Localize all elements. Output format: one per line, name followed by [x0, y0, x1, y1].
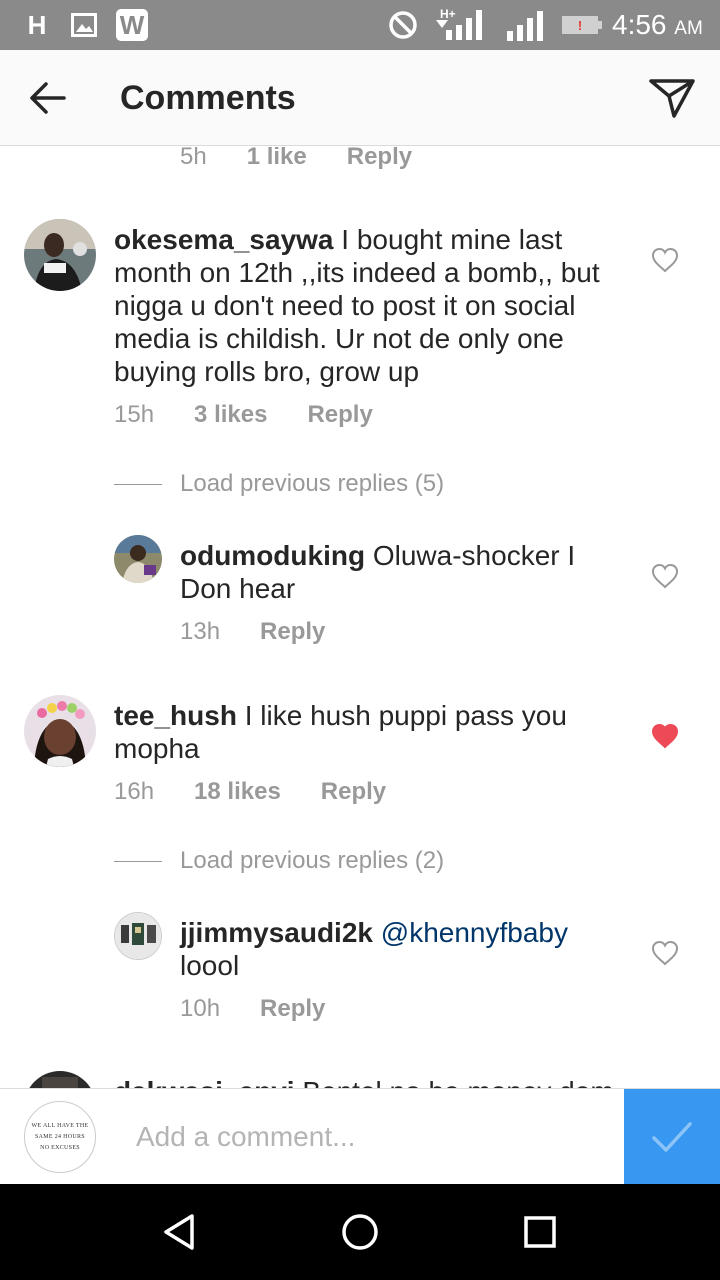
comment-username[interactable]: dakwasi_enyi — [114, 1076, 295, 1088]
network-label: H+ — [440, 8, 456, 21]
heart-outline-icon[interactable] — [651, 940, 679, 966]
my-avatar: WE ALL HAVE THE SAME 24 HOURS NO EXCUSES — [24, 1101, 96, 1173]
reply-username[interactable]: jjimmysaudi2k — [180, 917, 373, 948]
avatar[interactable] — [114, 535, 162, 583]
load-previous-label: Load previous replies (5) — [180, 470, 445, 497]
comments-list[interactable]: 5h 1 like Reply okesema_saywa I bought m… — [0, 147, 720, 1088]
direct-message-button[interactable] — [648, 76, 696, 120]
comment-time: 5h — [180, 147, 207, 170]
circle-home-icon — [342, 1214, 378, 1250]
reply-meta: 13h Reply — [180, 617, 325, 647]
status-bar: H W H+ ! 4:56 AM — [0, 0, 720, 50]
reply-button[interactable]: Reply — [347, 147, 412, 172]
comment-body: dakwasi_enyi Bentel no be money dem — [114, 1075, 634, 1088]
reply-body: odumoduking Oluwa-shocker I Don hear — [180, 539, 630, 605]
do-not-disturb-icon — [388, 9, 418, 41]
comment-text: Bentel no be money dem — [302, 1076, 613, 1088]
load-previous-replies[interactable]: Load previous replies (2) — [114, 846, 444, 876]
comment-likes-link[interactable]: 1 like — [247, 147, 307, 172]
comment-likes-link[interactable]: 3 likes — [194, 400, 267, 430]
clock-ampm: AM — [674, 18, 703, 39]
h-label: H — [27, 9, 47, 40]
reply-text: loool — [180, 950, 240, 981]
heart-filled-icon[interactable] — [651, 723, 679, 749]
comment-username[interactable]: okesema_saywa — [114, 224, 334, 255]
avatar-line: SAME 24 HOURS — [35, 1133, 85, 1140]
divider-line — [114, 483, 162, 485]
comment-time: 15h — [114, 401, 155, 428]
battery-alert-icon: ! — [562, 9, 602, 41]
back-button[interactable] — [26, 76, 70, 120]
reply-button[interactable]: Reply — [307, 400, 372, 430]
signal-hplus-icon: H+ — [432, 8, 492, 41]
comment-time: 16h — [114, 778, 155, 805]
comment-composer: WE ALL HAVE THE SAME 24 HOURS NO EXCUSES — [0, 1088, 720, 1185]
avatar[interactable] — [114, 912, 162, 960]
reply-button[interactable]: Reply — [260, 617, 325, 647]
back-arrow-icon — [30, 82, 66, 114]
comment-likes-link[interactable]: 18 likes — [194, 777, 281, 807]
reply-mention-link[interactable]: @khennyfbaby — [381, 917, 568, 948]
image-icon — [70, 9, 98, 41]
avatar[interactable] — [24, 695, 96, 767]
avatar[interactable] — [24, 219, 96, 291]
reply-time: 10h — [180, 995, 221, 1022]
comment-body: okesema_saywa I bought mine last month o… — [114, 223, 634, 388]
comment-username[interactable]: tee_hush — [114, 700, 237, 731]
page-title: Comments — [120, 79, 296, 117]
clock: 4:56 AM — [612, 8, 703, 46]
reply-body: jjimmysaudi2k @khennyfbaby loool — [180, 916, 630, 982]
avatar-line: WE ALL HAVE THE — [31, 1122, 89, 1129]
avatar-line: NO EXCUSES — [40, 1144, 80, 1151]
triangle-back-icon — [164, 1214, 194, 1250]
avatar[interactable] — [24, 1071, 96, 1088]
w-label: W — [119, 9, 145, 40]
reply-time: 13h — [180, 618, 221, 645]
nav-recents-button[interactable] — [516, 1208, 564, 1256]
nav-home-button[interactable] — [336, 1208, 384, 1256]
reply-meta: 10h Reply — [180, 994, 325, 1024]
comment-meta: 5h 1 like Reply — [180, 147, 412, 172]
heart-outline-icon[interactable] — [651, 563, 679, 589]
app-header: Comments — [0, 50, 720, 146]
w-app-icon: W — [116, 9, 148, 41]
reply-username[interactable]: odumoduking — [180, 540, 365, 571]
reply-button[interactable]: Reply — [260, 994, 325, 1024]
h-plus-icon: H — [20, 9, 54, 41]
comment-input[interactable] — [120, 1113, 610, 1161]
clock-time: 4:56 — [612, 9, 667, 40]
screen: H W H+ ! 4:56 AM Comments 5h 1 like Repl… — [0, 0, 720, 1280]
paper-plane-icon — [649, 79, 695, 118]
divider-line — [114, 860, 162, 862]
system-navigation-bar — [0, 1184, 720, 1280]
square-recents-icon — [524, 1216, 556, 1248]
checkmark-icon — [652, 1122, 692, 1152]
comment-meta: 16h 18 likes Reply — [114, 777, 386, 807]
nav-back-button[interactable] — [156, 1208, 204, 1256]
load-previous-replies[interactable]: Load previous replies (5) — [114, 469, 444, 499]
comment-body: tee_hush I like hush puppi pass you moph… — [114, 699, 634, 765]
battery-alert-label: ! — [578, 18, 582, 33]
reply-button[interactable]: Reply — [321, 777, 386, 807]
post-comment-button[interactable] — [624, 1089, 720, 1185]
heart-outline-icon[interactable] — [651, 247, 679, 273]
signal-icon — [505, 9, 549, 41]
comment-meta: 15h 3 likes Reply — [114, 400, 373, 430]
load-previous-label: Load previous replies (2) — [180, 847, 445, 874]
